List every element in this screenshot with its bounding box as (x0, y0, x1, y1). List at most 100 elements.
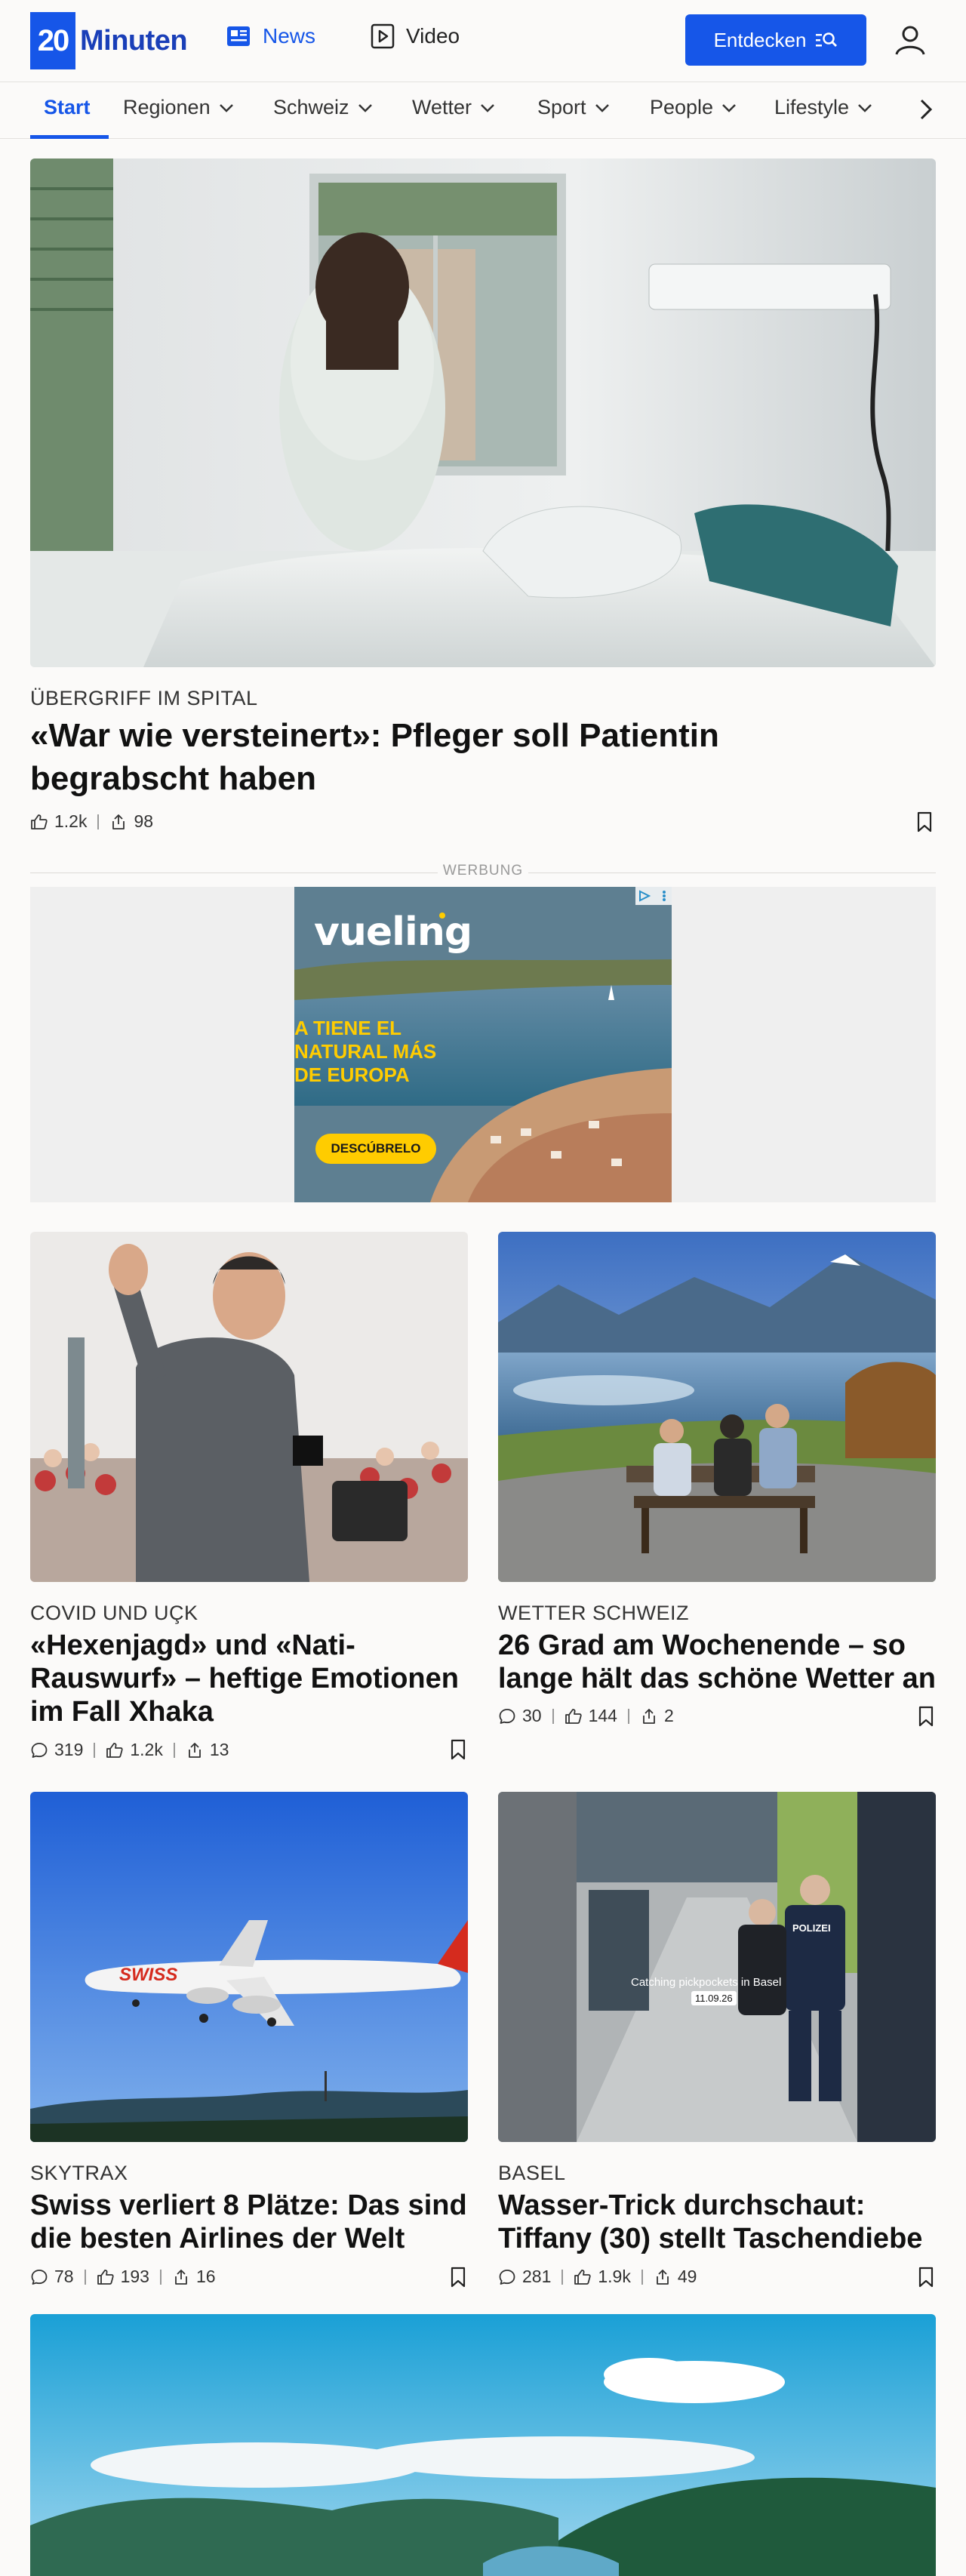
article-kicker: BASEL (498, 2162, 566, 2184)
article-comments[interactable]: 78 (30, 2267, 74, 2287)
category-regionen-label: Regionen (123, 96, 211, 118)
ad-text-line2: NATURAL MÁS (294, 1040, 437, 1063)
article-headline[interactable]: 26 Grad am Wochenende – so lange hält da… (498, 1629, 936, 1695)
category-lifestyle[interactable]: Lifestyle (774, 96, 873, 119)
logo-text: Minuten (80, 24, 188, 57)
logo-mark: 20 (30, 12, 75, 69)
bookmark-icon[interactable] (918, 1706, 934, 1727)
bookmark-icon[interactable] (918, 2267, 934, 2288)
hero-headline-line1: «War wie versteinert»: Pfleger soll Pati… (30, 717, 719, 754)
article-comments[interactable]: 281 (498, 2267, 551, 2287)
article-headline-line1: Swiss verliert 8 Plätze: Das sind (30, 2190, 467, 2221)
article-shares[interactable]: 2 (640, 1706, 674, 1726)
ad-label: WERBUNG (438, 863, 528, 879)
article-shares-count: 49 (677, 2267, 697, 2286)
article-comments[interactable]: 30 (498, 1706, 542, 1726)
ad-text: A TIENE EL NATURAL MÁS DE EUROPA (294, 1017, 436, 1087)
svg-text:SWISS: SWISS (119, 1965, 177, 1985)
article-image-weather[interactable] (498, 1232, 936, 1582)
comment-icon (31, 1742, 48, 1758)
article-comments-count: 30 (522, 1706, 542, 1725)
article-likes[interactable]: 144 (565, 1706, 617, 1726)
thumbs-up-icon (97, 2269, 114, 2285)
article-headline-line3: im Fall Xhaka (30, 1696, 214, 1728)
article-comments[interactable]: 319 (30, 1740, 83, 1760)
article-image-basel[interactable]: POLIZEI Catching pickpockets in Basel 11… (498, 1792, 936, 2142)
hero-shares-count: 98 (134, 811, 154, 831)
stat-separator (159, 2269, 162, 2285)
article-image-swiss[interactable]: SWISS (30, 1792, 468, 2142)
hero-headline[interactable]: «War wie versteinert»: Pfleger soll Pati… (30, 714, 936, 800)
category-wetter[interactable]: Wetter (412, 96, 496, 119)
article-image-xhaka[interactable] (30, 1232, 468, 1582)
chevron-down-icon (481, 103, 494, 112)
article-likes-count: 1.9k (598, 2267, 631, 2286)
hero-photo (30, 158, 936, 667)
article-headline[interactable]: Swiss verliert 8 Plätze: Das sind die be… (30, 2189, 468, 2255)
category-people[interactable]: People (650, 96, 737, 119)
nav-news[interactable]: News (225, 23, 315, 50)
hero-likes[interactable]: 1.2k (30, 811, 87, 832)
article-shares[interactable]: 13 (186, 1740, 229, 1760)
stat-separator (552, 1708, 554, 1724)
ad-cta-button[interactable]: DESCÚBRELO (315, 1134, 436, 1164)
video-overlay-date: 11.09.26 (691, 1991, 737, 2005)
chevron-down-icon (358, 103, 372, 112)
article-shares-count: 2 (663, 1706, 674, 1725)
video-overlay-caption: Catching pickpockets in Basel (631, 1976, 782, 1989)
user-account-icon[interactable] (891, 21, 930, 60)
nav-video[interactable]: Video (370, 23, 460, 50)
hero-shares[interactable]: 98 (109, 811, 153, 832)
category-schweiz-label: Schweiz (273, 96, 349, 118)
stat-separator (561, 2269, 564, 2285)
article-kicker: SKYTRAX (30, 2162, 128, 2184)
nav-news-label: News (263, 24, 316, 48)
site-logo[interactable]: 20 Minuten (30, 12, 188, 69)
category-start[interactable]: Start (44, 96, 91, 119)
category-regionen[interactable]: Regionen (123, 96, 235, 119)
article-headline[interactable]: Wasser-Trick durchschaut: Tiffany (30) s… (498, 2189, 936, 2255)
article-headline[interactable]: «Hexenjagd» und «Nati- Rauswurf» – hefti… (30, 1629, 468, 1728)
share-icon (188, 1742, 201, 1758)
article-shares[interactable]: 49 (654, 2267, 697, 2287)
ad-text-line3: DE EUROPA (294, 1063, 410, 1086)
comment-icon (499, 2269, 515, 2285)
article-kicker: WETTER SCHWEIZ (498, 1602, 689, 1624)
thumbs-up-icon (574, 2269, 592, 2285)
share-icon (175, 2269, 187, 2285)
hero-image[interactable] (30, 158, 936, 667)
search-list-icon (816, 32, 838, 47)
chevron-down-icon (595, 103, 609, 112)
stat-separator (641, 2269, 643, 2285)
discover-button[interactable]: Entdecken (685, 14, 866, 66)
svg-text:POLIZEI: POLIZEI (792, 1922, 831, 1934)
article-stats: 281 1.9k 49 (498, 2267, 697, 2287)
bookmark-icon[interactable] (450, 1739, 466, 1760)
ad-banner[interactable]: vueling A TIENE EL NATURAL MÁS DE EUROPA… (294, 887, 672, 1202)
article-likes-count: 1.2k (130, 1740, 163, 1759)
category-sport[interactable]: Sport (537, 96, 611, 119)
hero-stats: 1.2k 98 (30, 811, 153, 832)
article-image-landscape[interactable] (30, 2314, 936, 2576)
video-play-icon (371, 23, 395, 49)
ad-text-line1: A TIENE EL (294, 1017, 402, 1039)
article-headline-line2: die besten Airlines der Welt (30, 2223, 405, 2254)
article-likes-count: 193 (120, 2267, 149, 2286)
article-likes[interactable]: 1.2k (106, 1740, 163, 1760)
thumbs-up-icon (31, 814, 48, 829)
ad-brand: vueling (314, 909, 472, 955)
article-comments-count: 78 (54, 2267, 74, 2286)
article-kicker: COVID UND UÇK (30, 1602, 198, 1624)
bookmark-icon[interactable] (450, 2267, 466, 2288)
stat-separator (94, 1742, 96, 1758)
bookmark-icon[interactable] (916, 811, 933, 833)
category-sport-label: Sport (537, 96, 586, 118)
article-headline-line1: «Hexenjagd» und «Nati- (30, 1630, 355, 1661)
pickpocket-video-still: POLIZEI (498, 1792, 936, 2142)
category-schweiz[interactable]: Schweiz (273, 96, 374, 119)
chevron-right-icon[interactable] (915, 96, 937, 123)
article-shares[interactable]: 16 (172, 2267, 216, 2287)
article-likes[interactable]: 193 (97, 2267, 149, 2287)
article-likes[interactable]: 1.9k (574, 2267, 631, 2287)
stat-separator (627, 1708, 629, 1724)
